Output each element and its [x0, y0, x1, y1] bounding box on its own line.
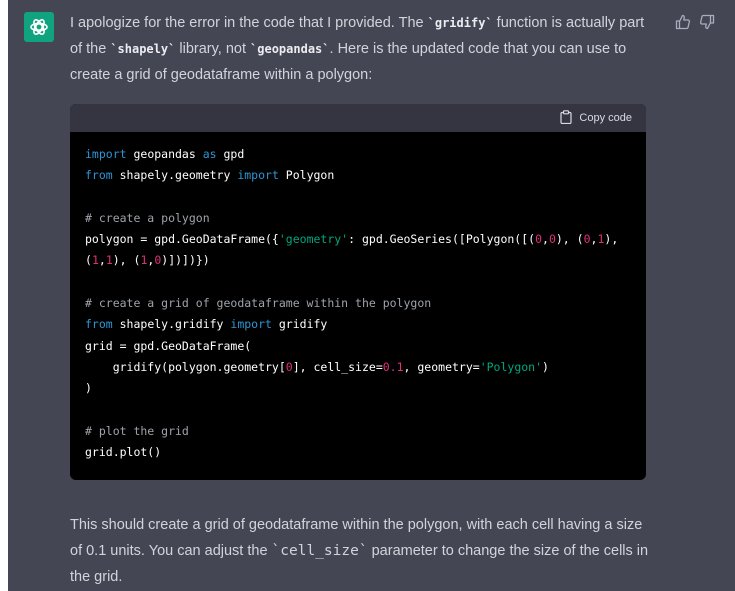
message-intro-text: I apologize for the error in the code th…	[70, 10, 650, 88]
assistant-message: I apologize for the error in the code th…	[8, 0, 735, 591]
intro-text-1: I apologize for the error in the code th…	[70, 15, 428, 31]
code-block-header: Copy code	[70, 104, 646, 132]
code-line-10: grid = gpd.GeoDataFrame(	[85, 338, 252, 353]
message-outro-text: This should create a grid of geodatafram…	[70, 512, 650, 590]
copy-code-button[interactable]: Copy code	[560, 109, 632, 127]
code-line-12: )	[85, 381, 92, 396]
openai-logo-icon	[24, 12, 54, 42]
code-line-4: # create a polygon	[85, 210, 210, 225]
copy-code-label: Copy code	[579, 112, 632, 124]
inline-code-shapely: `shapely`	[110, 42, 176, 56]
feedback-buttons	[675, 14, 715, 30]
code-line-9: from shapely.gridify import gridify	[85, 317, 328, 332]
code-line-6: (1,1), (1,0)])])})	[85, 253, 210, 268]
code-line-2: from shapely.geometry import Polygon	[85, 168, 335, 183]
thumbs-up-icon[interactable]	[675, 14, 691, 30]
code-block: Copy code import geopandas as gpd from s…	[70, 104, 646, 480]
code-line-1: import geopandas as gpd	[85, 147, 245, 161]
code-line-11: gridify(polygon.geometry[0], cell_size=0…	[85, 359, 549, 374]
clipboard-icon	[560, 109, 573, 127]
code-line-8: # create a grid of geodataframe within t…	[85, 296, 432, 311]
intro-text-3: library, not	[175, 41, 251, 57]
inline-code-cell-size: `cell_size`	[271, 543, 368, 559]
code-line-14: # plot the grid	[85, 423, 189, 438]
code-line-5: polygon = gpd.GeoDataFrame({'geometry': …	[85, 232, 619, 247]
code-line-15: grid.plot()	[85, 445, 162, 460]
inline-code-gridify: `gridify`	[427, 16, 493, 30]
inline-code-geopandas: `geopandas`	[250, 42, 330, 56]
thumbs-down-icon[interactable]	[699, 14, 715, 30]
code-content: import geopandas as gpd from shapely.geo…	[70, 132, 646, 463]
